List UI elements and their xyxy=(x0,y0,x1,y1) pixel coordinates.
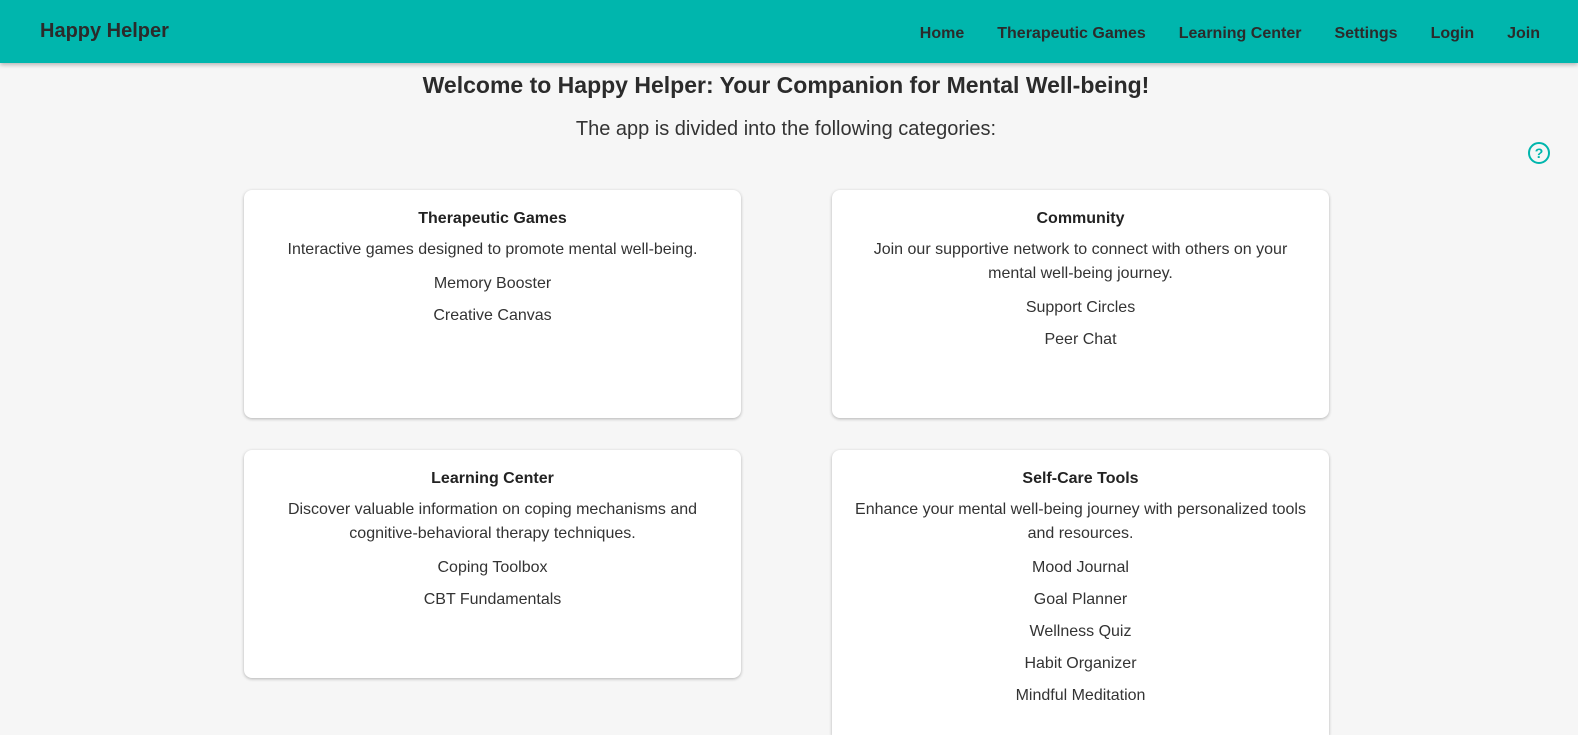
card-description: Join our supportive network to connect w… xyxy=(873,241,1288,282)
app-bar: Happy Helper Home Therapeutic Games Lear… xyxy=(0,0,1578,63)
link-habit-organizer[interactable]: Habit Organizer xyxy=(850,654,1311,674)
nav-settings[interactable]: Settings xyxy=(1334,25,1397,43)
link-goal-planner[interactable]: Goal Planner xyxy=(850,590,1311,610)
card-link-list: Coping Toolbox CBT Fundamentals xyxy=(262,558,723,610)
card-description: Enhance your mental well-being journey w… xyxy=(855,501,1306,542)
brand-logo-text[interactable]: Happy Helper xyxy=(40,20,169,43)
link-creative-canvas[interactable]: Creative Canvas xyxy=(262,306,723,326)
nav-home[interactable]: Home xyxy=(920,25,964,43)
card-description: Interactive games designed to promote me… xyxy=(287,241,698,258)
help-glyph: ? xyxy=(1534,145,1544,161)
top-nav: Home Therapeutic Games Learning Center S… xyxy=(887,25,1540,43)
nav-learning-center[interactable]: Learning Center xyxy=(1179,25,1302,43)
card-link-list: Mood Journal Goal Planner Wellness Quiz … xyxy=(850,558,1311,706)
card-title: Learning Center xyxy=(431,470,554,487)
link-support-circles[interactable]: Support Circles xyxy=(850,298,1311,318)
card-link-list: Memory Booster Creative Canvas xyxy=(262,274,723,326)
card-title: Therapeutic Games xyxy=(418,210,567,227)
card-title: Self-Care Tools xyxy=(1022,470,1139,487)
link-cbt-fundamentals[interactable]: CBT Fundamentals xyxy=(262,590,723,610)
card-link-list: Support Circles Peer Chat xyxy=(850,298,1311,350)
category-card-therapeutic-games: Therapeutic Games Interactive games desi… xyxy=(244,190,741,418)
nav-login[interactable]: Login xyxy=(1431,25,1475,43)
link-memory-booster[interactable]: Memory Booster xyxy=(262,274,723,294)
link-wellness-quiz[interactable]: Wellness Quiz xyxy=(850,622,1311,642)
card-title: Community xyxy=(1036,210,1125,227)
category-card-community: Community Join our supportive network to… xyxy=(832,190,1329,418)
category-card-learning-center: Learning Center Discover valuable inform… xyxy=(244,450,741,678)
link-peer-chat[interactable]: Peer Chat xyxy=(850,330,1311,350)
link-mindful-meditation[interactable]: Mindful Meditation xyxy=(850,686,1311,706)
category-card-self-care-tools: Self-Care Tools Enhance your mental well… xyxy=(832,450,1329,735)
link-coping-toolbox[interactable]: Coping Toolbox xyxy=(262,558,723,578)
nav-join[interactable]: Join xyxy=(1507,25,1540,43)
page-subtitle: The app is divided into the following ca… xyxy=(575,118,997,140)
nav-therapeutic-games[interactable]: Therapeutic Games xyxy=(997,25,1146,43)
page-title: Welcome to Happy Helper: Your Companion … xyxy=(422,72,1150,98)
card-description: Discover valuable information on coping … xyxy=(287,501,698,542)
link-mood-journal[interactable]: Mood Journal xyxy=(850,558,1311,578)
help-circle-icon[interactable]: ? xyxy=(1528,142,1550,164)
